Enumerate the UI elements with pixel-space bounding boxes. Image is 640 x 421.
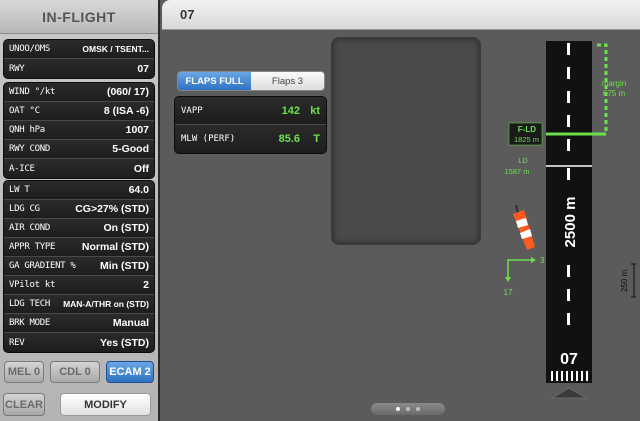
page-indicator[interactable]: [371, 403, 445, 415]
windsock-icon: [513, 204, 535, 250]
margin-label: margin: [602, 79, 626, 88]
ld-label: LD: [518, 156, 528, 165]
crosswind-value: 17: [504, 288, 513, 297]
scale-label: 250 m: [620, 270, 629, 293]
runway-diagram: 2500 m 07 margin 675 m F-LD 1825 m LD 15…: [504, 41, 636, 399]
page-dot: [406, 407, 410, 411]
page-dot: [396, 407, 400, 411]
margin-value: 675 m: [603, 89, 626, 98]
fld-value: 1825 m: [514, 135, 539, 144]
page-dot: [416, 407, 420, 411]
approach-arrow-icon: [550, 387, 588, 399]
wind-components: [505, 257, 536, 282]
runway-number: 07: [560, 351, 578, 368]
fld-label: F-LD: [518, 125, 536, 134]
headwind-value: 3: [540, 256, 545, 265]
runway-length-label: 2500 m: [562, 197, 579, 248]
scale-bar: [631, 263, 636, 298]
ld-value: 1587 m: [504, 167, 529, 176]
